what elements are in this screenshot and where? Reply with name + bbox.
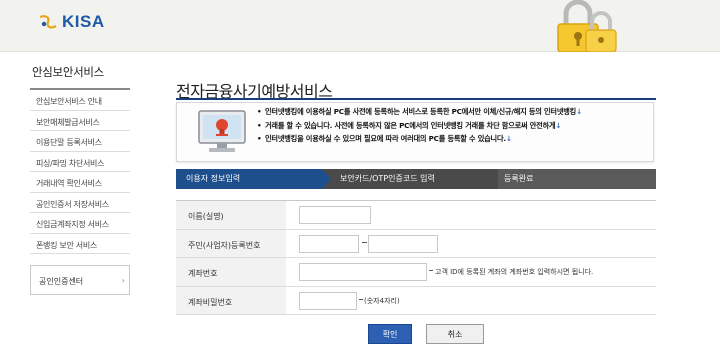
- progress-steps: 등록완료 보안카드/OTP인증코드 입력 이용자 정보입력: [176, 169, 656, 189]
- password-label: 계좌비밀번호: [176, 286, 286, 314]
- form-row-password: 계좌비밀번호 (숫자4자리): [176, 286, 656, 315]
- account-label: 계좌번호: [176, 258, 286, 286]
- sidebar-item-terminal-registration[interactable]: 이용단말 등록서비스: [30, 131, 130, 152]
- info-box: • 인터넷뱅킹에 이용하실 PC를 사전에 등록하는 서비스로 등록한 PC에서만…: [176, 102, 654, 162]
- info-bullet-text: 거래를 할 수 있습니다. 사전에 등록하지 않은 PC에서의 인터넷뱅킹 거래…: [265, 120, 556, 130]
- account-input[interactable]: [299, 263, 427, 281]
- form-row-account: 계좌번호 고객 ID에 등록된 계좌의 계좌번호 입력하시면 됩니다.: [176, 258, 656, 287]
- sidebar-item-security-media[interactable]: 보안매체발급서비스: [30, 111, 130, 131]
- sidebar-title: 안심보안서비스: [30, 60, 130, 90]
- info-bullet: • 거래를 할 수 있습니다. 사전에 등록하지 않은 PC에서의 인터넷뱅킹 거…: [257, 121, 582, 135]
- kisa-logo[interactable]: KISA: [38, 12, 105, 32]
- title-underline: [176, 98, 656, 100]
- sidebar-item-deposit-account[interactable]: 신입금계좌지정 서비스: [30, 213, 130, 234]
- page-header: KISA: [0, 0, 720, 53]
- sidebar-item-phone-banking[interactable]: 폰뱅킹 보안 서비스: [30, 234, 130, 254]
- info-bullet-text: 인터넷뱅킹에 이용하실 PC를 사전에 등록하는 서비스로 등록한 PC에서만 …: [265, 107, 577, 116]
- sidebar-item-certificate-storage[interactable]: 공인인증서 저장서비스: [30, 193, 130, 213]
- chevron-right-icon: ›: [121, 276, 125, 285]
- password-hint: (숫자4자리): [364, 296, 400, 305]
- name-label: 이름(실명): [176, 201, 286, 229]
- return-arrow-icon: ↓: [555, 120, 562, 130]
- sidebar: 안심보안서비스 안심보안서비스 안내 보안매체발급서비스 이용단말 등록서비스 …: [30, 60, 130, 254]
- return-arrow-icon: ↓: [505, 134, 512, 143]
- dash-separator: [359, 298, 363, 300]
- bullet-dot-icon: •: [257, 134, 262, 143]
- rrn-second-input[interactable]: [368, 234, 438, 253]
- account-password-input[interactable]: [299, 291, 357, 310]
- name-input[interactable]: [299, 206, 371, 224]
- dash-separator: [362, 241, 367, 243]
- form-row-name: 이름(실명): [176, 201, 656, 230]
- bullet-dot-icon: •: [257, 120, 262, 130]
- info-bullet: • 인터넷뱅킹을 이용하실 수 있으며 필요에 따라 여러대의 PC를 등록할 수…: [257, 134, 582, 148]
- cancel-button[interactable]: 취소: [426, 324, 484, 344]
- bullet-dot-icon: •: [257, 107, 262, 116]
- computer-monitor-icon: [195, 109, 249, 155]
- info-bullet-text: 인터넷뱅킹을 이용하실 수 있으며 필요에 따라 여러대의 PC를 등록할 수 …: [265, 134, 506, 143]
- step-complete: 등록완료: [484, 169, 656, 189]
- return-arrow-icon: ↓: [576, 107, 582, 116]
- step-chevron-icon: [322, 169, 331, 189]
- certificate-center-link[interactable]: 공인인증센터 ›: [30, 265, 130, 295]
- account-hint: 고객 ID에 등록된 계좌의 계좌번호 입력하시면 됩니다.: [435, 268, 594, 276]
- sidebar-item-transaction-check[interactable]: 거래내역 확인서비스: [30, 172, 130, 193]
- logo-text: KISA: [62, 12, 105, 31]
- certificate-center-label: 공인인증센터: [39, 277, 84, 286]
- sidebar-item-phishing-block[interactable]: 피싱/파밍 차단서비스: [30, 152, 130, 172]
- rrn-first-input[interactable]: [299, 234, 359, 253]
- dash-separator: [429, 270, 433, 271]
- step-user-info: 이용자 정보입력: [176, 169, 322, 189]
- padlock-icon: [548, 0, 620, 53]
- info-bullets: • 인터넷뱅킹에 이용하실 PC를 사전에 등록하는 서비스로 등록한 PC에서만…: [257, 107, 582, 148]
- user-info-form: 이름(실명) 주민(사업자)등록번호 계좌번호 고객 ID에 등록된 계좌의 계…: [176, 200, 656, 315]
- info-bullet: • 인터넷뱅킹에 이용하실 PC를 사전에 등록하는 서비스로 등록한 PC에서만…: [257, 107, 582, 121]
- sidebar-item-service-guide[interactable]: 안심보안서비스 안내: [30, 90, 130, 111]
- form-row-rrn: 주민(사업자)등록번호: [176, 229, 656, 258]
- kisa-logo-mark-icon: [38, 13, 58, 31]
- rrn-label: 주민(사업자)등록번호: [176, 229, 286, 257]
- step-security-code: 보안카드/OTP인증코드 입력: [322, 169, 498, 189]
- confirm-button[interactable]: 확인: [368, 324, 412, 344]
